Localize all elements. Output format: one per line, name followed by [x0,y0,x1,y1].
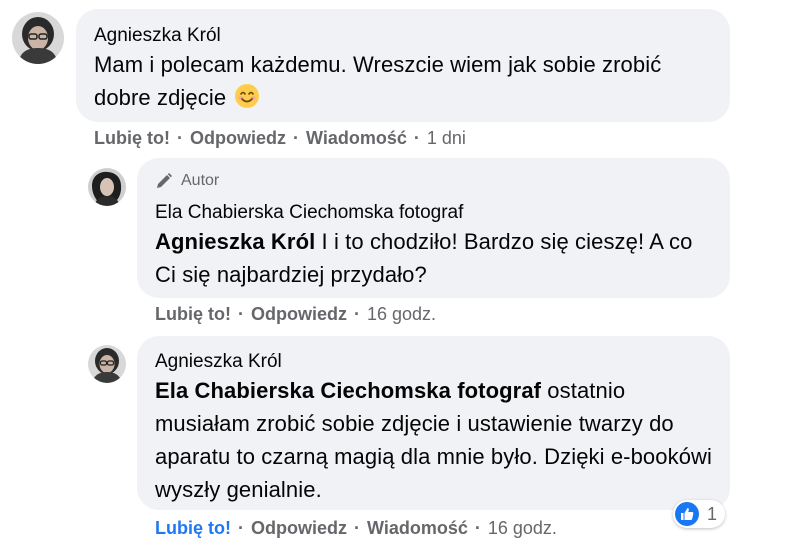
reaction-summary[interactable]: 1 [673,500,726,528]
comment-bubble: Agnieszka Król Ela Chabierska Ciechomska… [137,336,730,510]
avatar-photo [88,168,126,206]
avatar[interactable] [12,12,64,64]
pen-icon [157,173,172,188]
reply-button[interactable]: Odpowiedz [251,518,347,539]
separator-dot: · [176,128,183,148]
message-button[interactable]: Wiadomość [306,128,407,149]
reaction-count: 1 [707,503,718,524]
thumbs-up-icon [675,502,699,526]
comment-text: Ela Chabierska Ciechomska fotograf ostat… [155,374,715,506]
separator-dot: · [237,518,244,538]
avatar-photo [88,345,126,383]
author-badge: Autor [155,172,219,190]
comment-bubble: Agnieszka Król Mam i polecam każdemu. Wr… [76,9,730,122]
comment-author[interactable]: Ela Chabierska Ciechomska fotograf [155,201,463,225]
like-button[interactable]: Lubię to! [155,518,231,539]
comment-author[interactable]: Agnieszka Król [155,350,282,374]
avatar[interactable] [88,345,126,383]
comment-text: Mam i polecam każdemu. Wreszcie wiem jak… [94,48,714,114]
separator-dot: · [237,304,244,324]
comment-author[interactable]: Agnieszka Król [94,24,221,48]
avatar-photo [12,12,64,64]
separator-dot: · [353,518,360,538]
separator-dot: · [353,304,360,324]
smiling-face-emoji-icon [235,84,260,108]
mention-link[interactable]: Ela Chabierska Ciechomska fotograf [155,378,541,403]
reply-button[interactable]: Odpowiedz [251,304,347,325]
message-button[interactable]: Wiadomość [367,518,468,539]
comment-body: Mam i polecam każdemu. Wreszcie wiem jak… [94,52,662,110]
avatar[interactable] [88,168,126,206]
separator-dot: · [474,518,481,538]
comment-text: Agnieszka Król I i to chodziło! Bardzo s… [155,225,715,291]
mention-link[interactable]: Agnieszka Król [155,229,315,254]
comment-actions: Lubię to! · Odpowiedz · Wiadomość · 16 g… [155,518,557,539]
comment-timestamp[interactable]: 16 godz. [488,518,557,539]
comment-actions: Lubię to! · Odpowiedz · 16 godz. [155,304,436,325]
separator-dot: · [292,128,299,148]
comment-timestamp[interactable]: 1 dni [427,128,466,149]
comment-bubble: Autor Ela Chabierska Ciechomska fotograf… [137,158,730,298]
author-badge-label: Autor [181,172,220,189]
comment-actions: Lubię to! · Odpowiedz · Wiadomość · 1 dn… [94,128,466,149]
like-button[interactable]: Lubię to! [155,304,231,325]
separator-dot: · [413,128,420,148]
reply-button[interactable]: Odpowiedz [190,128,286,149]
comment-timestamp[interactable]: 16 godz. [367,304,436,325]
like-button[interactable]: Lubię to! [94,128,170,149]
